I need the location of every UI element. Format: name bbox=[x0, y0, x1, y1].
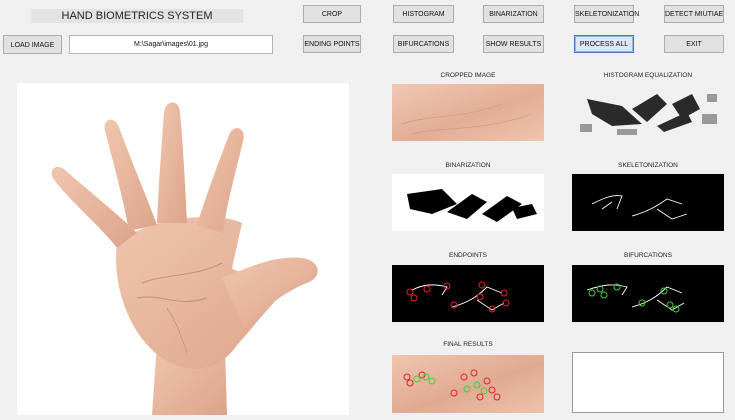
cropped-image-label: CROPPED IMAGE bbox=[440, 72, 496, 79]
skeletonization-button[interactable]: SKELETONIZATION bbox=[574, 5, 639, 23]
skeletonization-panel bbox=[572, 174, 724, 231]
endpoints-label: ENDPOINTS bbox=[449, 252, 487, 259]
skeletonization-label: SKELETONIZATION bbox=[618, 162, 678, 169]
ending-points-button[interactable]: ENDING POINTS bbox=[303, 35, 361, 53]
bifurcations-button[interactable]: BIFURCATIONS bbox=[393, 35, 454, 53]
bifurcations-label: BIFURCATIONS bbox=[624, 252, 672, 259]
cropped-image-panel bbox=[392, 84, 544, 141]
final-results-label: FINAL RESULTS bbox=[443, 341, 493, 348]
app-title: HAND BIOMETRICS SYSTEM bbox=[31, 9, 243, 23]
hand-image-panel bbox=[17, 83, 349, 415]
binarized-image bbox=[407, 189, 537, 222]
image-path-field[interactable]: M:\Sagar\images\01.jpg bbox=[69, 35, 273, 54]
load-image-button[interactable]: LOAD IMAGE bbox=[3, 35, 62, 54]
histogram-button[interactable]: HISTOGRAM bbox=[393, 5, 454, 23]
histogram-equalization-label: HISTOGRAM EQUALIZATION bbox=[603, 72, 693, 79]
process-all-button[interactable]: PROCESS ALL bbox=[574, 35, 634, 53]
crop-button[interactable]: CROP bbox=[303, 5, 361, 23]
bifurcations-image bbox=[586, 283, 685, 313]
final-results-panel bbox=[392, 355, 544, 413]
endpoints-image bbox=[406, 281, 510, 313]
binarization-label: BINARIZATION bbox=[445, 162, 491, 169]
show-results-button[interactable]: SHOW RESULTS bbox=[483, 35, 544, 53]
cropped-palm-image bbox=[401, 103, 533, 135]
exit-button[interactable]: EXIT bbox=[664, 35, 724, 53]
palm-crop-with-minutiae bbox=[403, 369, 501, 401]
hand-photo bbox=[51, 102, 318, 415]
binarization-button[interactable]: BINARIZATION bbox=[483, 5, 544, 23]
binarization-panel bbox=[392, 174, 544, 231]
bifurcations-panel bbox=[572, 265, 724, 322]
endpoints-panel bbox=[392, 265, 544, 322]
empty-output-panel bbox=[572, 352, 724, 413]
histogram-equalization-panel bbox=[572, 84, 724, 141]
equalized-texture bbox=[572, 84, 724, 141]
skeleton-image bbox=[591, 195, 688, 220]
detect-minutiae-button[interactable]: DETECT MIUTIAE bbox=[664, 5, 724, 23]
